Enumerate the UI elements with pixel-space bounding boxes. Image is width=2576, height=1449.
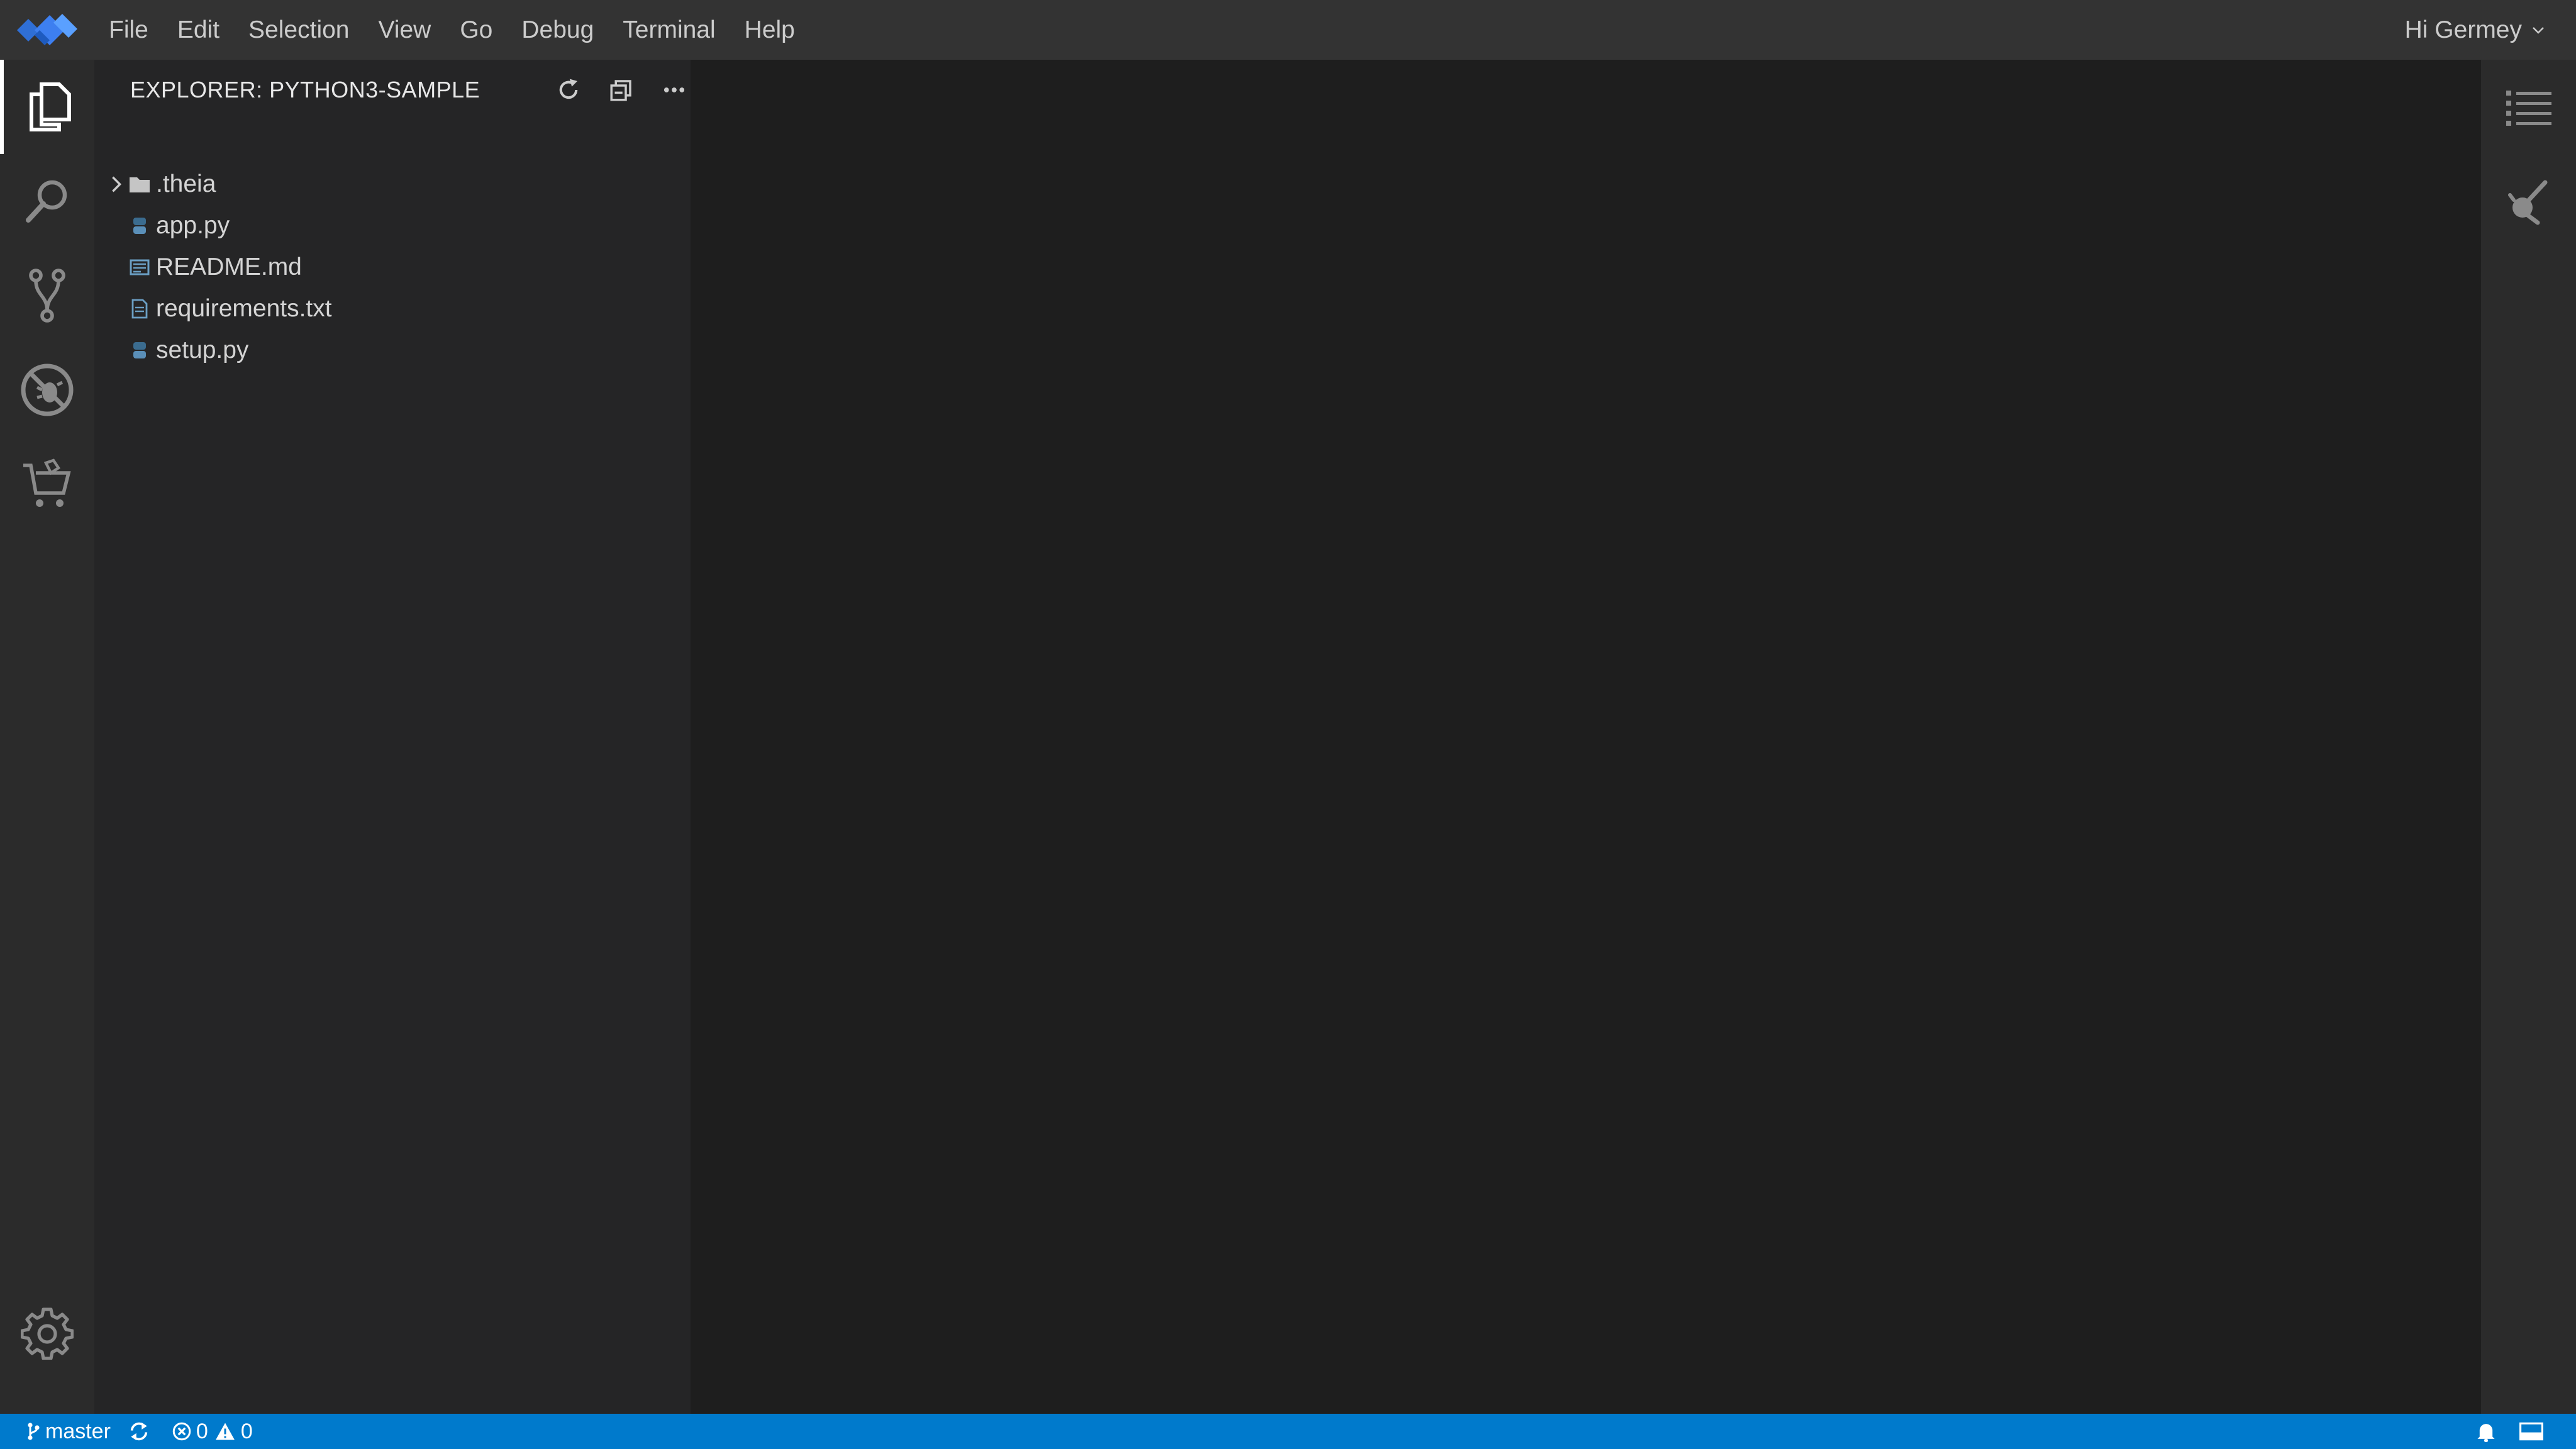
refresh-icon xyxy=(559,79,578,99)
python-file-icon xyxy=(126,341,153,360)
theia-logo xyxy=(0,0,94,60)
refresh-button[interactable] xyxy=(542,64,595,116)
sync-icon xyxy=(130,1422,148,1441)
menu-go[interactable]: Go xyxy=(445,0,507,60)
error-count: 0 xyxy=(196,1419,208,1443)
search-icon xyxy=(26,180,67,223)
warning-icon xyxy=(215,1423,235,1440)
explorer-header: EXPLORER: PYTHON3-SAMPLE xyxy=(94,60,691,119)
git-branch-status[interactable]: master xyxy=(18,1414,119,1449)
activity-search[interactable] xyxy=(0,154,94,248)
tree-item-app-py[interactable]: app.py xyxy=(94,205,691,247)
activity-bar xyxy=(0,60,94,1414)
notifications-button[interactable] xyxy=(2467,1414,2511,1449)
theia-ide-window: File Edit Selection View Go Debug Termin… xyxy=(0,0,2576,1449)
menu-terminal[interactable]: Terminal xyxy=(608,0,730,60)
toggle-panel-button[interactable] xyxy=(2511,1414,2557,1449)
file-tree: .theia app.py README.md requirements.txt… xyxy=(94,164,691,371)
tree-item-label: requirements.txt xyxy=(156,295,332,322)
explorer-actions xyxy=(542,60,701,119)
tree-item-label: app.py xyxy=(156,212,230,239)
menu-file[interactable]: File xyxy=(94,0,163,60)
markdown-file-icon xyxy=(126,259,153,275)
outline-view-button[interactable] xyxy=(2481,60,2576,154)
git-branch-icon xyxy=(28,1423,40,1440)
menu-bar: File Edit Selection View Go Debug Termin… xyxy=(0,0,2576,60)
branch-name: master xyxy=(45,1419,111,1443)
menu-view[interactable]: View xyxy=(364,0,445,60)
debug-icon xyxy=(21,364,74,416)
chevron-right-icon[interactable] xyxy=(107,175,126,194)
tree-item-requirements-txt[interactable]: requirements.txt xyxy=(94,288,691,330)
activity-explorer[interactable] xyxy=(0,60,94,154)
activity-extensions[interactable] xyxy=(0,437,94,531)
activity-source-control[interactable] xyxy=(0,248,94,343)
menu-debug[interactable]: Debug xyxy=(507,0,608,60)
folder-icon xyxy=(126,175,153,194)
menu-help[interactable]: Help xyxy=(730,0,809,60)
tree-item-setup-py[interactable]: setup.py xyxy=(94,330,691,371)
files-icon xyxy=(30,82,71,131)
error-icon xyxy=(172,1422,191,1441)
extensions-icon xyxy=(23,458,71,507)
panel-icon xyxy=(2519,1422,2543,1441)
right-side-bar xyxy=(2481,60,2576,1414)
tree-item-theia[interactable]: .theia xyxy=(94,164,691,205)
status-bar: master 0 0 xyxy=(0,1414,2576,1449)
chevron-down-icon xyxy=(2533,26,2544,34)
explorer-title: EXPLORER: PYTHON3-SAMPLE xyxy=(130,77,480,103)
outline-icon xyxy=(2506,91,2551,126)
settings-gear-icon xyxy=(21,1307,74,1360)
collapse-all-icon xyxy=(610,79,631,101)
text-file-icon xyxy=(126,299,153,319)
explorer-panel: EXPLORER: PYTHON3-SAMPLE .theia app.py R… xyxy=(94,60,691,1414)
more-actions-icon xyxy=(663,87,685,92)
menu-edit[interactable]: Edit xyxy=(163,0,234,60)
python-file-icon xyxy=(126,216,153,235)
warning-count: 0 xyxy=(240,1419,253,1443)
tree-item-label: .theia xyxy=(156,170,216,197)
bell-icon xyxy=(2477,1424,2495,1442)
plugin-icon xyxy=(2507,180,2547,225)
user-account-menu[interactable]: Hi Germey xyxy=(2405,0,2546,60)
activity-settings[interactable] xyxy=(0,1286,94,1380)
collapse-all-button[interactable] xyxy=(595,64,648,116)
problems-status[interactable]: 0 0 xyxy=(164,1414,262,1449)
menu-selection[interactable]: Selection xyxy=(234,0,364,60)
sync-status[interactable] xyxy=(119,1414,164,1449)
activity-debug[interactable] xyxy=(0,343,94,437)
user-greeting: Hi Germey xyxy=(2404,16,2522,43)
source-control-icon xyxy=(29,269,65,323)
tree-item-label: setup.py xyxy=(156,336,249,364)
tree-item-label: README.md xyxy=(156,253,302,280)
editor-area[interactable] xyxy=(691,60,2481,1414)
plugins-view-button[interactable] xyxy=(2481,154,2576,248)
tree-item-readme-md[interactable]: README.md xyxy=(94,247,691,288)
